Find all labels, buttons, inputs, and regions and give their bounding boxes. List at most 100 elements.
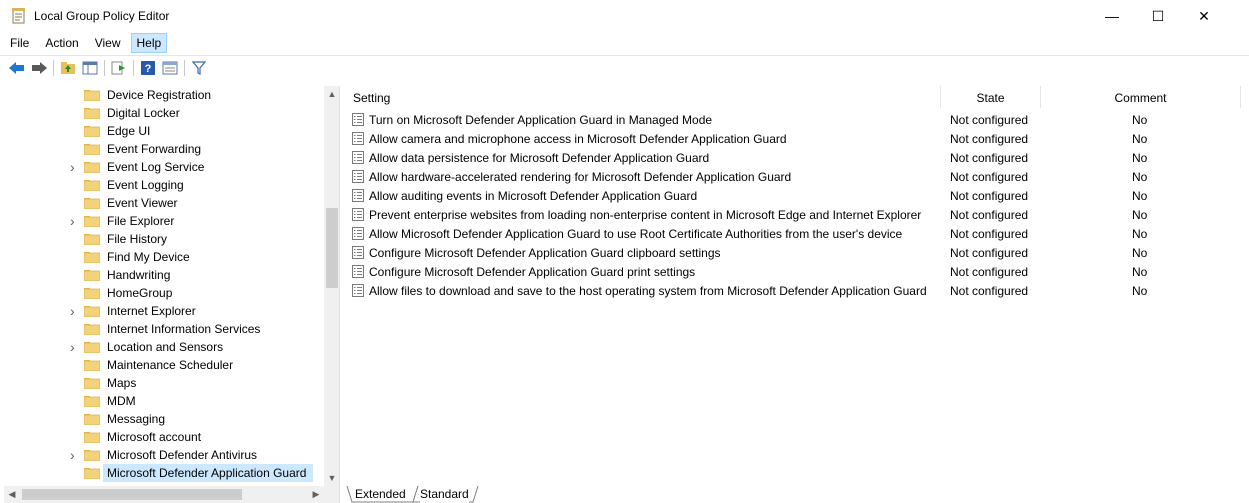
- maximize-button[interactable]: ☐: [1135, 0, 1181, 32]
- tree-item[interactable]: › File Explorer: [4, 212, 324, 230]
- column-header-state[interactable]: State: [941, 86, 1041, 108]
- folder-icon: [84, 432, 100, 443]
- tree-item[interactable]: Internet Information Services: [4, 320, 324, 338]
- setting-comment: No: [1132, 284, 1148, 298]
- tree-item[interactable]: Device Registration: [4, 86, 324, 104]
- setting-name: Allow camera and microphone access in Mi…: [369, 132, 787, 146]
- table-row[interactable]: Turn on Microsoft Defender Application G…: [345, 110, 1245, 129]
- setting-name: Allow data persistence for Microsoft Def…: [369, 151, 710, 165]
- tree-item[interactable]: Event Forwarding: [4, 140, 324, 158]
- properties-button[interactable]: [159, 58, 181, 78]
- table-row[interactable]: Allow auditing events in Microsoft Defen…: [345, 186, 1245, 205]
- tree-horizontal-scrollbar[interactable]: ◀ ▶: [4, 486, 339, 503]
- setting-state: Not configured: [950, 208, 1029, 222]
- setting-comment: No: [1132, 151, 1148, 165]
- export-list-button[interactable]: [108, 58, 130, 78]
- export-list-icon: [111, 61, 125, 74]
- menu-help[interactable]: Help: [130, 33, 168, 53]
- minimize-button[interactable]: —: [1089, 0, 1135, 32]
- table-row[interactable]: Configure Microsoft Defender Application…: [345, 243, 1245, 262]
- tree-item[interactable]: HomeGroup: [4, 284, 324, 302]
- tree-item[interactable]: Digital Locker: [4, 104, 324, 122]
- folder-icon: [84, 252, 100, 263]
- folder-icon: [84, 468, 100, 479]
- tree-item-label: Event Log Service: [107, 160, 205, 174]
- properties-icon: [162, 61, 178, 74]
- table-row[interactable]: Allow files to download and save to the …: [345, 281, 1245, 300]
- show-hide-tree-button[interactable]: [79, 58, 101, 78]
- menu-action[interactable]: Action: [39, 33, 84, 53]
- menu-bar: File Action View Help: [0, 32, 1249, 54]
- tree-item[interactable]: › Internet Explorer: [4, 302, 324, 320]
- table-row[interactable]: Configure Microsoft Defender Application…: [345, 262, 1245, 281]
- tree-item-label: Handwriting: [107, 268, 171, 282]
- tree-item[interactable]: › Event Log Service: [4, 158, 324, 176]
- table-row[interactable]: Prevent enterprise websites from loading…: [345, 205, 1245, 224]
- tab-extended[interactable]: Extended: [355, 486, 406, 503]
- expand-chevron-icon[interactable]: ›: [70, 340, 80, 354]
- policy-setting-icon: [352, 246, 364, 259]
- policy-setting-icon: [352, 113, 364, 126]
- tree-vertical-scrollbar[interactable]: ▲ ▼: [324, 86, 339, 486]
- tree-item[interactable]: Event Logging: [4, 176, 324, 194]
- help-icon: ?: [141, 60, 155, 75]
- settings-pane: Setting State Comment Turn on Microsoft …: [345, 86, 1249, 486]
- up-one-level-button[interactable]: [57, 58, 79, 78]
- tree-item[interactable]: Maps: [4, 374, 324, 392]
- tree-item[interactable]: › Microsoft Defender Antivirus: [4, 446, 324, 464]
- scrollbar-thumb[interactable]: [326, 208, 338, 288]
- tree-item[interactable]: Maintenance Scheduler: [4, 356, 324, 374]
- tree-item-label: Device Registration: [107, 88, 212, 102]
- tree-item[interactable]: File History: [4, 230, 324, 248]
- setting-state: Not configured: [950, 284, 1029, 298]
- scroll-down-icon[interactable]: ▼: [324, 470, 339, 486]
- tree-item-label: Microsoft Defender Antivirus: [107, 448, 258, 462]
- table-row[interactable]: Allow hardware-accelerated rendering for…: [345, 167, 1245, 186]
- tree-item[interactable]: Microsoft Defender Application Guard: [4, 464, 324, 482]
- expand-chevron-icon[interactable]: ›: [70, 448, 80, 462]
- tree-item-label: MDM: [107, 394, 136, 408]
- scroll-left-icon[interactable]: ◀: [4, 486, 20, 503]
- folder-icon: [84, 342, 100, 353]
- policy-editor-app-icon: [12, 8, 25, 24]
- title-bar: Local Group Policy Editor — ☐ ✕: [0, 0, 1249, 32]
- setting-state: Not configured: [950, 170, 1029, 184]
- setting-comment: No: [1132, 189, 1148, 203]
- forward-arrow-icon: [32, 61, 47, 74]
- column-header-comment[interactable]: Comment: [1041, 86, 1241, 108]
- filter-button[interactable]: [188, 58, 210, 78]
- expand-chevron-icon[interactable]: ›: [70, 160, 80, 174]
- tree-item[interactable]: MDM: [4, 392, 324, 410]
- table-row[interactable]: Allow Microsoft Defender Application Gua…: [345, 224, 1245, 243]
- view-tabs: Extended Standard: [345, 486, 545, 503]
- scroll-right-icon[interactable]: ▶: [308, 486, 324, 503]
- expand-chevron-icon[interactable]: ›: [70, 214, 80, 228]
- tree-item[interactable]: Find My Device: [4, 248, 324, 266]
- tree-item[interactable]: Event Viewer: [4, 194, 324, 212]
- tree-item[interactable]: Microsoft account: [4, 428, 324, 446]
- table-row[interactable]: Allow camera and microphone access in Mi…: [345, 129, 1245, 148]
- scrollbar-thumb[interactable]: [22, 489, 242, 500]
- scroll-up-icon[interactable]: ▲: [324, 86, 339, 102]
- back-button[interactable]: [6, 58, 28, 78]
- tree-item[interactable]: Handwriting: [4, 266, 324, 284]
- help-button[interactable]: ?: [137, 58, 159, 78]
- tree-item-label: Event Viewer: [107, 196, 178, 210]
- menu-file[interactable]: File: [4, 33, 35, 53]
- table-row[interactable]: Allow data persistence for Microsoft Def…: [345, 148, 1245, 167]
- column-header-setting[interactable]: Setting: [345, 86, 941, 108]
- forward-button[interactable]: [28, 58, 50, 78]
- setting-state: Not configured: [950, 265, 1029, 279]
- tree-item[interactable]: › Location and Sensors: [4, 338, 324, 356]
- tree-item[interactable]: Messaging: [4, 410, 324, 428]
- close-button[interactable]: ✕: [1181, 0, 1227, 32]
- setting-name: Allow files to download and save to the …: [369, 284, 927, 298]
- tree-item-label: Digital Locker: [107, 106, 180, 120]
- folder-icon: [84, 270, 100, 281]
- setting-state: Not configured: [950, 132, 1029, 146]
- tab-standard[interactable]: Standard: [420, 486, 469, 503]
- filter-icon: [192, 60, 206, 75]
- expand-chevron-icon[interactable]: ›: [70, 304, 80, 318]
- tree-item[interactable]: Edge UI: [4, 122, 324, 140]
- menu-view[interactable]: View: [89, 33, 127, 53]
